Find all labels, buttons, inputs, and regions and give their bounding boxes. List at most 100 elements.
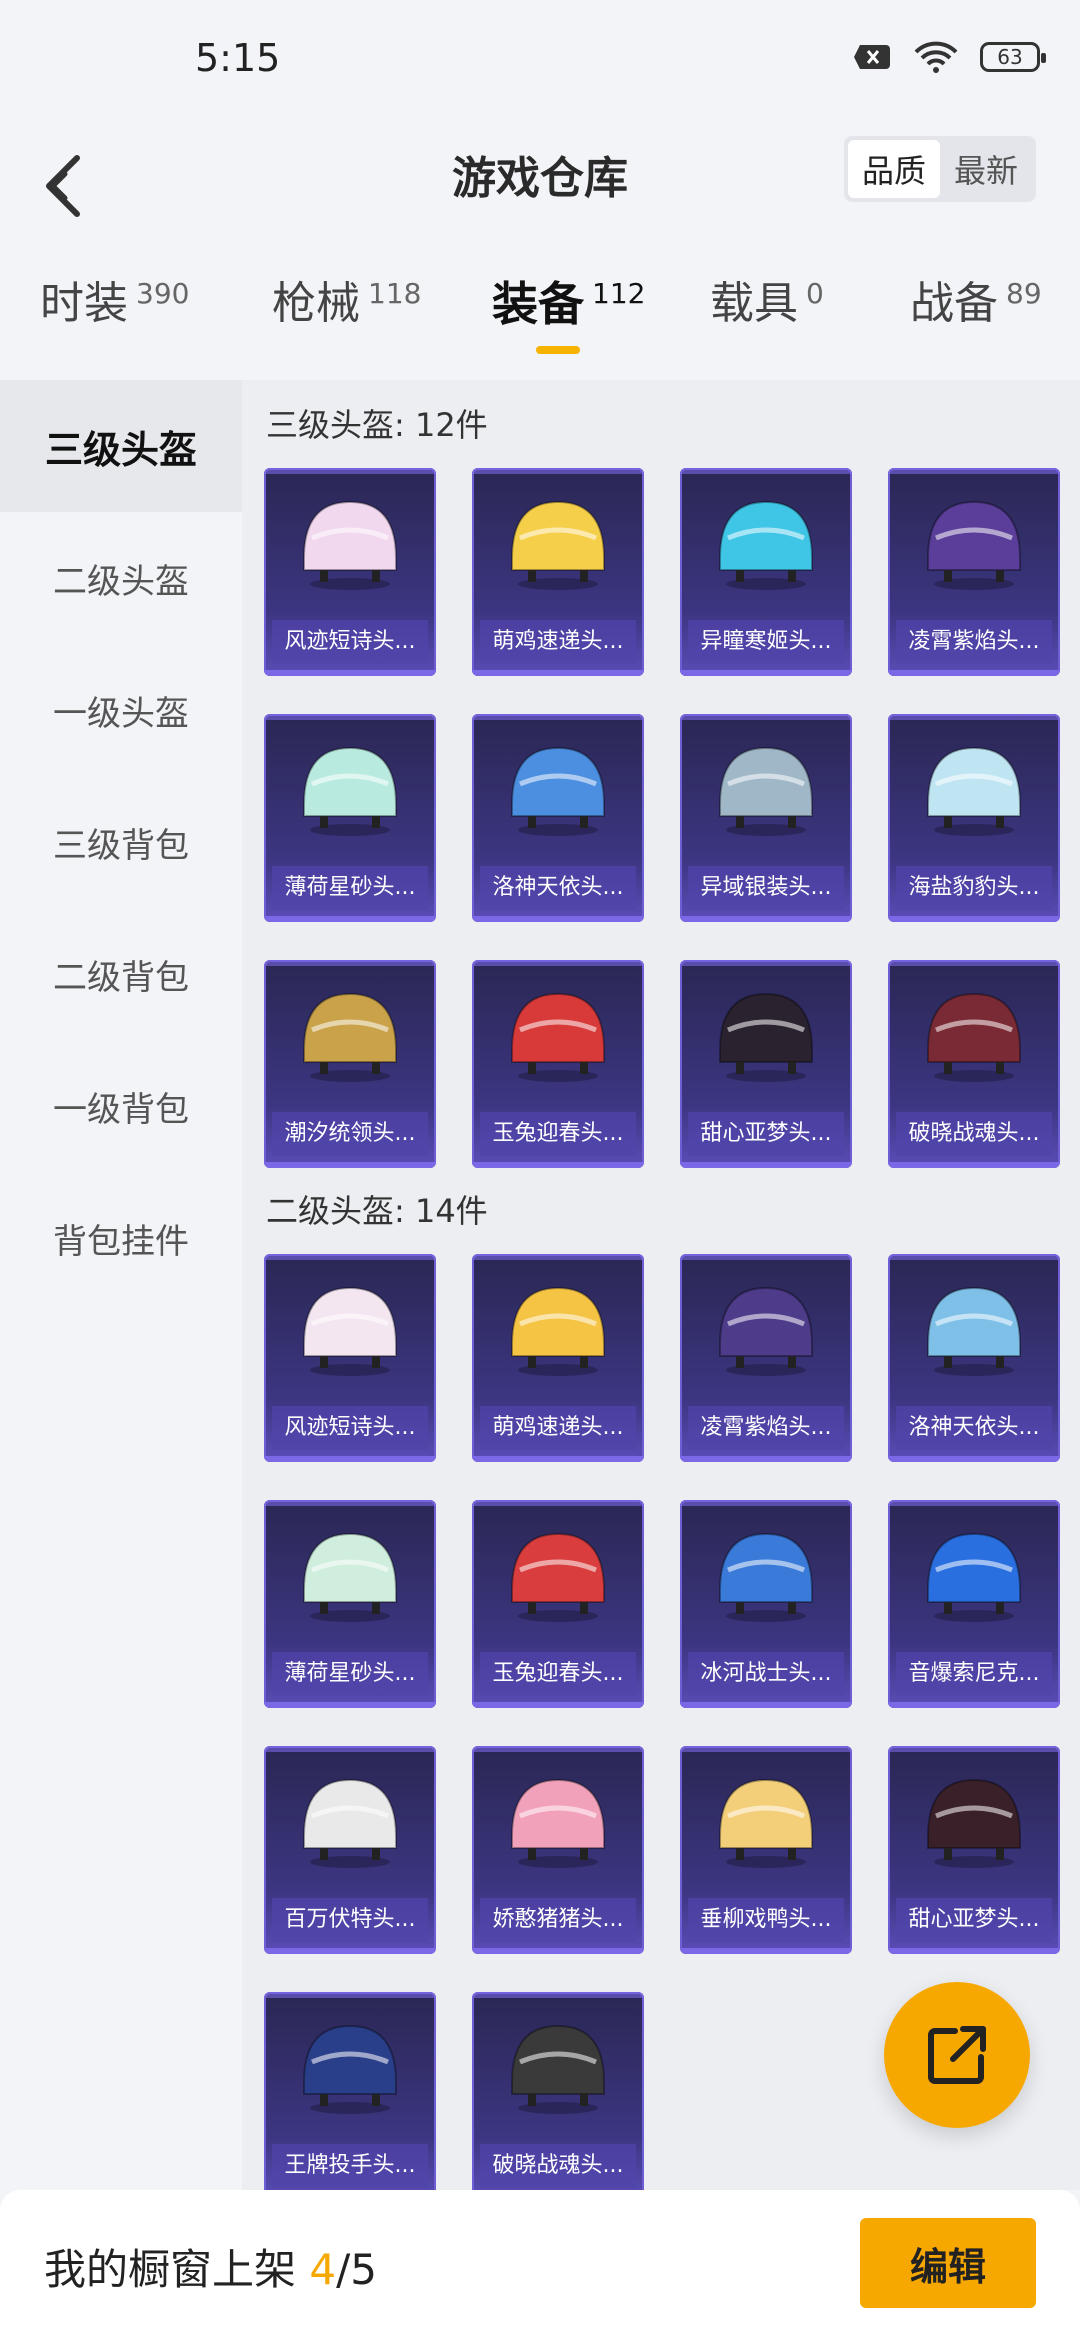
item-card[interactable]: 风迹短诗头... bbox=[264, 468, 436, 676]
helmet-icon bbox=[706, 1766, 826, 1876]
item-card[interactable]: 破晓战魂头... bbox=[888, 960, 1060, 1168]
rarity-bar bbox=[264, 1702, 436, 1708]
item-name: 薄荷星砂头... bbox=[272, 1652, 428, 1696]
item-card[interactable]: 薄荷星砂头... bbox=[264, 714, 436, 922]
section-title: 二级头盔: 14件 bbox=[266, 1192, 488, 1230]
item-card[interactable]: 甜心亚梦头... bbox=[888, 1746, 1060, 1954]
helmet-icon bbox=[290, 1520, 410, 1630]
sidebar-item-level3-helmet[interactable]: 三级头盔 bbox=[0, 380, 242, 512]
helmet-icon bbox=[290, 1766, 410, 1876]
tab-vehicles[interactable]: 载具 0 bbox=[710, 274, 824, 354]
tab-label: 载具 bbox=[710, 278, 798, 329]
rarity-bar bbox=[472, 1948, 644, 1954]
item-card[interactable]: 玉兔迎春头... bbox=[472, 960, 644, 1168]
tab-equipment[interactable]: 装备 112 bbox=[492, 274, 645, 354]
item-card[interactable]: 音爆索尼克... bbox=[888, 1500, 1060, 1708]
sort-newest[interactable]: 最新 bbox=[940, 140, 1032, 198]
helmet-icon bbox=[706, 734, 826, 844]
item-card[interactable]: 百万伏特头... bbox=[264, 1746, 436, 1954]
item-name: 洛神天依头... bbox=[480, 866, 636, 910]
item-card[interactable]: 萌鸡速递头... bbox=[472, 468, 644, 676]
rarity-bar bbox=[472, 670, 644, 676]
helmet-icon bbox=[498, 980, 618, 1090]
wifi-icon bbox=[914, 41, 958, 73]
tab-gear[interactable]: 战备 89 bbox=[910, 274, 1042, 354]
tab-weapons[interactable]: 枪械 118 bbox=[272, 274, 421, 354]
helmet-icon bbox=[498, 2012, 618, 2122]
item-card[interactable]: 破晓战魂头... bbox=[472, 1992, 644, 2190]
item-card[interactable]: 异瞳寒姬头... bbox=[680, 468, 852, 676]
helmet-icon bbox=[290, 1274, 410, 1384]
sidebar-item-level1-backpack[interactable]: 一级背包 bbox=[0, 1040, 242, 1172]
tab-count: 112 bbox=[592, 277, 646, 310]
item-card[interactable]: 凌霄紫焰头... bbox=[888, 468, 1060, 676]
item-card[interactable]: 王牌投手头... bbox=[264, 1992, 436, 2190]
item-card[interactable]: 薄荷星砂头... bbox=[264, 1500, 436, 1708]
item-name: 洛神天依头... bbox=[896, 1406, 1052, 1450]
share-button[interactable] bbox=[884, 1982, 1030, 2128]
rarity-bar bbox=[264, 670, 436, 676]
helmet-icon bbox=[706, 1520, 826, 1630]
item-card[interactable]: 凌霄紫焰头... bbox=[680, 1254, 852, 1462]
item-card[interactable]: 甜心亚梦头... bbox=[680, 960, 852, 1168]
item-name: 异域银装头... bbox=[688, 866, 844, 910]
rarity-bar bbox=[264, 1948, 436, 1954]
item-name: 破晓战魂头... bbox=[896, 1112, 1052, 1156]
item-card[interactable]: 玉兔迎春头... bbox=[472, 1500, 644, 1708]
item-name: 甜心亚梦头... bbox=[688, 1112, 844, 1156]
item-card[interactable]: 娇憨猪猪头... bbox=[472, 1746, 644, 1954]
rarity-bar bbox=[472, 1162, 644, 1168]
sidebar-item-level1-helmet[interactable]: 一级头盔 bbox=[0, 644, 242, 776]
rarity-bar bbox=[680, 1162, 852, 1168]
rarity-bar bbox=[680, 1456, 852, 1462]
sidebar-item-level3-backpack[interactable]: 三级背包 bbox=[0, 776, 242, 908]
helmet-icon bbox=[498, 1766, 618, 1876]
sidebar-item-level2-helmet[interactable]: 二级头盔 bbox=[0, 512, 242, 644]
helmet-icon bbox=[914, 488, 1034, 598]
item-card[interactable]: 洛神天依头... bbox=[888, 1254, 1060, 1462]
status-time: 5:15 bbox=[195, 36, 281, 80]
item-name: 破晓战魂头... bbox=[480, 2144, 636, 2188]
battery-icon: 63 bbox=[980, 42, 1046, 72]
rarity-bar bbox=[472, 1456, 644, 1462]
tab-label: 时装 bbox=[40, 278, 128, 329]
tab-label: 装备 bbox=[492, 277, 584, 331]
item-card[interactable]: 异域银装头... bbox=[680, 714, 852, 922]
showcase-summary: 我的橱窗上架 4/5 bbox=[44, 2236, 377, 2297]
helmet-icon bbox=[498, 1274, 618, 1384]
item-name: 海盐豹豹头... bbox=[896, 866, 1052, 910]
item-name: 玉兔迎春头... bbox=[480, 1652, 636, 1696]
helmet-icon bbox=[290, 488, 410, 598]
rarity-bar bbox=[888, 1948, 1060, 1954]
item-card[interactable]: 萌鸡速递头... bbox=[472, 1254, 644, 1462]
status-icons: 63 bbox=[852, 40, 1046, 74]
edit-button[interactable]: 编辑 bbox=[860, 2218, 1036, 2308]
tab-fashion[interactable]: 时装 390 bbox=[40, 274, 189, 354]
sidebar-item-backpack-charm[interactable]: 背包挂件 bbox=[0, 1172, 242, 1304]
helmet-icon bbox=[706, 1274, 826, 1384]
helmet-icon bbox=[290, 980, 410, 1090]
item-card[interactable]: 风迹短诗头... bbox=[264, 1254, 436, 1462]
item-card[interactable]: 冰河战士头... bbox=[680, 1500, 852, 1708]
helmet-icon bbox=[498, 488, 618, 598]
rarity-bar bbox=[680, 1948, 852, 1954]
helmet-icon bbox=[914, 1274, 1034, 1384]
sidebar-item-level2-backpack[interactable]: 二级背包 bbox=[0, 908, 242, 1040]
rarity-bar bbox=[888, 1456, 1060, 1462]
item-card[interactable]: 洛神天依头... bbox=[472, 714, 644, 922]
item-card[interactable]: 海盐豹豹头... bbox=[888, 714, 1060, 922]
helmet-icon bbox=[706, 488, 826, 598]
sort-quality[interactable]: 品质 bbox=[848, 140, 940, 198]
item-name: 王牌投手头... bbox=[272, 2144, 428, 2188]
rarity-bar bbox=[888, 916, 1060, 922]
item-card[interactable]: 垂柳戏鸭头... bbox=[680, 1746, 852, 1954]
item-card[interactable]: 潮汐统领头... bbox=[264, 960, 436, 1168]
rarity-bar bbox=[264, 1456, 436, 1462]
helmet-icon bbox=[706, 980, 826, 1090]
sidebar: 三级头盔 二级头盔 一级头盔 三级背包 二级背包 一级背包 背包挂件 bbox=[0, 380, 242, 2190]
tab-label: 枪械 bbox=[272, 278, 360, 329]
item-name: 冰河战士头... bbox=[688, 1652, 844, 1696]
tab-label: 战备 bbox=[910, 278, 998, 329]
rarity-bar bbox=[680, 1702, 852, 1708]
helmet-icon bbox=[290, 2012, 410, 2122]
